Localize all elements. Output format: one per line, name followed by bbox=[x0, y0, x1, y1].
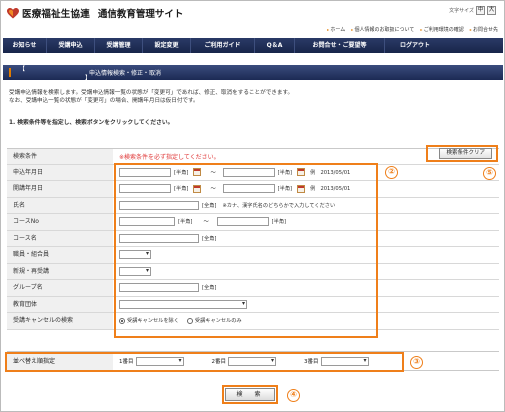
course-no-label: コースNo bbox=[7, 214, 113, 230]
new-retake-label: 新規・再受講 bbox=[7, 263, 113, 279]
toplink-environment[interactable]: ご利用環境の確認 bbox=[420, 26, 464, 33]
heart-logo-icon bbox=[7, 7, 19, 18]
nav-item-news[interactable]: お知らせ bbox=[3, 38, 47, 53]
staff-label: 職員・組合員 bbox=[7, 247, 113, 263]
font-size-switcher: 文字サイズ 中 大 bbox=[449, 6, 496, 15]
group-name-label: グループ名 bbox=[7, 280, 113, 296]
nav-item-manage[interactable]: 受講管理 bbox=[95, 38, 143, 53]
callout-marker-3: ③ bbox=[410, 356, 423, 369]
page-title: 申込情報検索・修正・取消 bbox=[89, 70, 162, 77]
main-nav: お知らせ 受講申込 受講管理 設定変更 ご利用ガイド Q＆A お問合せ・ご要望等… bbox=[3, 38, 503, 53]
apply-date-label: 申込年月日 bbox=[7, 164, 113, 180]
nav-item-inquiry[interactable]: お問合せ・ご要望等 bbox=[295, 38, 385, 53]
title-accent-bar bbox=[9, 68, 11, 77]
course-name-label: コース名 bbox=[7, 230, 113, 246]
name-label: 氏名 bbox=[7, 197, 113, 213]
toplink-contact[interactable]: お問合せ先 bbox=[470, 26, 498, 33]
intro-line-2: なお、受講申込一覧の状態が「変更可」の場合、開講年月日は仮日付です。 bbox=[9, 98, 199, 104]
nav-item-guide[interactable]: ご利用ガイド bbox=[191, 38, 255, 53]
nav-item-settings[interactable]: 設定変更 bbox=[143, 38, 191, 53]
open-date-label: 開講年月日 bbox=[7, 181, 113, 197]
page-title-bar: 【 】 申込情報検索・修正・取消 bbox=[3, 65, 503, 82]
cond-label: 検索条件 bbox=[7, 149, 113, 164]
callout-box-2 bbox=[114, 163, 378, 338]
callout-box-4 bbox=[222, 385, 278, 404]
callout-marker-5: ⑤ bbox=[483, 167, 496, 180]
title-bracket: 【 】 bbox=[19, 65, 92, 82]
cond-required-note: ※検索条件を必ず指定してください。 bbox=[119, 153, 220, 161]
step-instruction: 1. 検索条件等を指定し、検索ボタンをクリックしてください。 bbox=[9, 120, 174, 126]
font-size-label: 文字サイズ bbox=[449, 8, 474, 14]
callout-box-5 bbox=[426, 145, 498, 162]
toplink-privacy[interactable]: 個人情報のお取扱について bbox=[351, 26, 415, 33]
callout-box-3 bbox=[5, 352, 404, 372]
intro-text: 受講申込情報を検索します。受講申込情報一覧の状態が「変更可」であれば、修正、取消… bbox=[9, 89, 293, 105]
toplink-home[interactable]: ホーム bbox=[327, 26, 345, 33]
org-name: 医療福祉生協連 bbox=[22, 9, 90, 20]
nav-item-logout[interactable]: ログアウト bbox=[385, 38, 445, 53]
nav-item-faq[interactable]: Q＆A bbox=[255, 38, 295, 53]
site-logo[interactable]: 医療福祉生協連 通信教育管理サイト bbox=[7, 5, 183, 21]
font-size-medium-button[interactable]: 中 bbox=[476, 6, 485, 15]
edu-org-label: 教育団体 bbox=[7, 296, 113, 312]
page-frame: 医療福祉生協連 通信教育管理サイト 文字サイズ 中 大 ホーム 個人情報のお取扱… bbox=[0, 0, 505, 412]
cancel-label: 受講キャンセルの検索 bbox=[7, 313, 113, 329]
callout-marker-4: ④ bbox=[287, 389, 300, 402]
font-size-large-button[interactable]: 大 bbox=[487, 6, 496, 15]
intro-line-1: 受講申込情報を検索します。受講申込情報一覧の状態が「変更可」であれば、修正、取消… bbox=[9, 90, 294, 96]
nav-item-apply[interactable]: 受講申込 bbox=[47, 38, 95, 53]
top-links: ホーム 個人情報のお取扱について ご利用環境の確認 お問合せ先 bbox=[327, 26, 498, 33]
callout-marker-2: ② bbox=[385, 166, 398, 179]
system-name: 通信教育管理サイト bbox=[97, 9, 184, 20]
